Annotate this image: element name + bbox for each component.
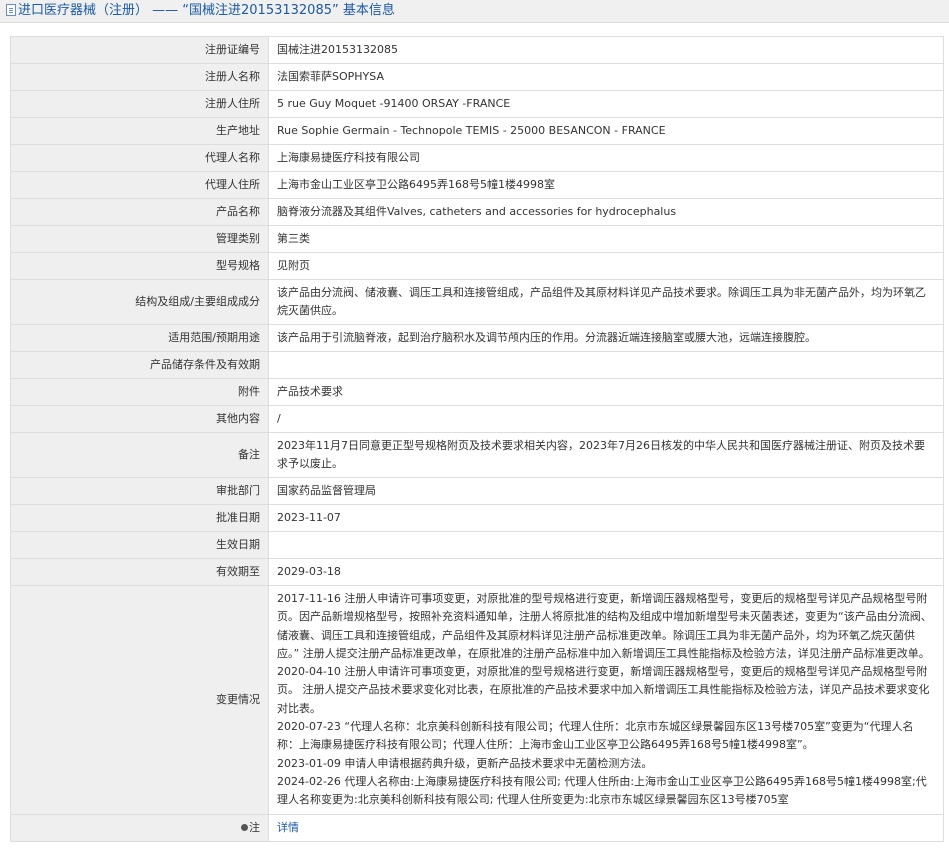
row-value: 该产品由分流阀、储液囊、调压工具和连接管组成，产品组件及其原材料详见产品技术要求… [268,279,944,325]
row-value: 2023-11-07 [268,504,944,532]
row-value: Rue Sophie Germain - Technopole TEMIS - … [268,117,944,145]
row-value [268,531,944,559]
row-label: 结构及组成/主要组成成分 [10,279,269,325]
table-row: 有效期至 2029-03-18 [10,558,944,586]
row-label: 其他内容 [10,405,269,433]
row-value: 脑脊液分流器及其组件Valves, catheters and accessor… [268,198,944,226]
row-value: 第三类 [268,225,944,253]
row-label: 批准日期 [10,504,269,532]
row-value: 上海康易捷医疗科技有限公司 [268,144,944,172]
change-entry: 2020-07-23 “代理人名称：北京美科创新科技有限公司；代理人住所：北京市… [277,720,914,752]
row-value: 5 rue Guy Moquet -91400 ORSAY -FRANCE [268,90,944,118]
row-label: 产品名称 [10,198,269,226]
row-label: 生产地址 [10,117,269,145]
pin-icon [241,823,248,831]
table-row-changes: 变更情况 2017-11-16 注册人申请许可事项变更，对原批准的型号规格进行变… [10,585,944,815]
row-value: 2023年11月7日同意更正型号规格附页及技术要求相关内容，2023年7月26日… [268,432,944,478]
table-row: 产品储存条件及有效期 [10,351,944,379]
change-entry: 2020-04-10 注册人申请许可事项变更，对原批准的型号规格进行变更，新增调… [277,665,930,715]
table-row: 注册证编号 国械注进20153132085 [10,36,944,64]
table-row: 型号规格 见附页 [10,252,944,280]
row-value: 上海市金山工业区亭卫公路6495弄168号5幢1楼4998室 [268,171,944,199]
row-value: 该产品用于引流脑脊液，起到治疗脑积水及调节颅内压的作用。分流器近端连接脑室或腰大… [268,324,944,352]
table-row-note: 注 详情 [10,813,944,842]
table-row: 备注 2023年11月7日同意更正型号规格附页及技术要求相关内容，2023年7月2… [10,432,944,478]
note-label: 注 [249,820,260,834]
row-label: 生效日期 [10,531,269,559]
page-title: 进口医疗器械（注册） —— “国械注进20153132085” 基本信息 [18,3,395,18]
row-label: 注 [10,813,269,842]
row-label: 附件 [10,378,269,406]
row-label: 变更情况 [10,585,269,815]
registration-info-table: 注册证编号 国械注进20153132085 注册人名称 法国索菲萨SOPHYSA 注册人… [10,36,944,842]
row-label: 产品储存条件及有效期 [10,351,269,379]
table-row: 结构及组成/主要组成成分 该产品由分流阀、储液囊、调压工具和连接管组成，产品组件及… [10,279,944,325]
table-row: 适用范围/预期用途 该产品用于引流脑脊液，起到治疗脑积水及调节颅内压的作用。分流器… [10,324,944,352]
row-label: 备注 [10,432,269,478]
table-row: 代理人名称 上海康易捷医疗科技有限公司 [10,144,944,172]
changes-value: 2017-11-16 注册人申请许可事项变更，对原批准的型号规格进行变更，新增调… [268,585,944,815]
row-value: 国械注进20153132085 [268,36,944,64]
row-label: 代理人名称 [10,144,269,172]
row-label: 注册人名称 [10,63,269,91]
table-row: 代理人住所 上海市金山工业区亭卫公路6495弄168号5幢1楼4998室 [10,171,944,199]
table-row: 生效日期 [10,531,944,559]
row-value: 见附页 [268,252,944,280]
row-label: 管理类别 [10,225,269,253]
row-label: 适用范围/预期用途 [10,324,269,352]
row-value: 产品技术要求 [268,378,944,406]
row-value: / [268,405,944,433]
change-entry: 2024-02-26 代理人名称由:上海康易捷医疗科技有限公司; 代理人住所由:… [277,774,927,807]
row-label: 注册证编号 [10,36,269,64]
row-label: 型号规格 [10,252,269,280]
row-label: 代理人住所 [10,171,269,199]
page-title-bar: 进口医疗器械（注册） —— “国械注进20153132085” 基本信息 [0,0,949,23]
row-label: 审批部门 [10,477,269,505]
table-row: 注册人住所 5 rue Guy Moquet -91400 ORSAY -FRAN… [10,90,944,118]
change-entry: 2023-01-09 申请人申请根据药典升级，更新产品技术要求中无菌检测方法。 [277,756,653,770]
table-row: 批准日期 2023-11-07 [10,504,944,532]
row-value: 2029-03-18 [268,558,944,586]
table-row: 产品名称 脑脊液分流器及其组件Valves, catheters and acce… [10,198,944,226]
row-label: 注册人住所 [10,90,269,118]
document-icon [6,4,16,16]
row-label: 有效期至 [10,558,269,586]
table-row: 审批部门 国家药品监督管理局 [10,477,944,505]
change-entry: 2017-11-16 注册人申请许可事项变更，对原批准的型号规格进行变更，新增调… [277,592,932,660]
row-value: 法国索菲萨SOPHYSA [268,63,944,91]
table-row: 生产地址 Rue Sophie Germain - Technopole TEMI… [10,117,944,145]
table-row: 附件 产品技术要求 [10,378,944,406]
row-value [268,351,944,379]
table-row: 其他内容 / [10,405,944,433]
details-link[interactable]: 详情 [277,821,299,834]
table-row: 管理类别 第三类 [10,225,944,253]
note-value: 详情 [268,813,944,842]
row-value: 国家药品监督管理局 [268,477,944,505]
table-row: 注册人名称 法国索菲萨SOPHYSA [10,63,944,91]
